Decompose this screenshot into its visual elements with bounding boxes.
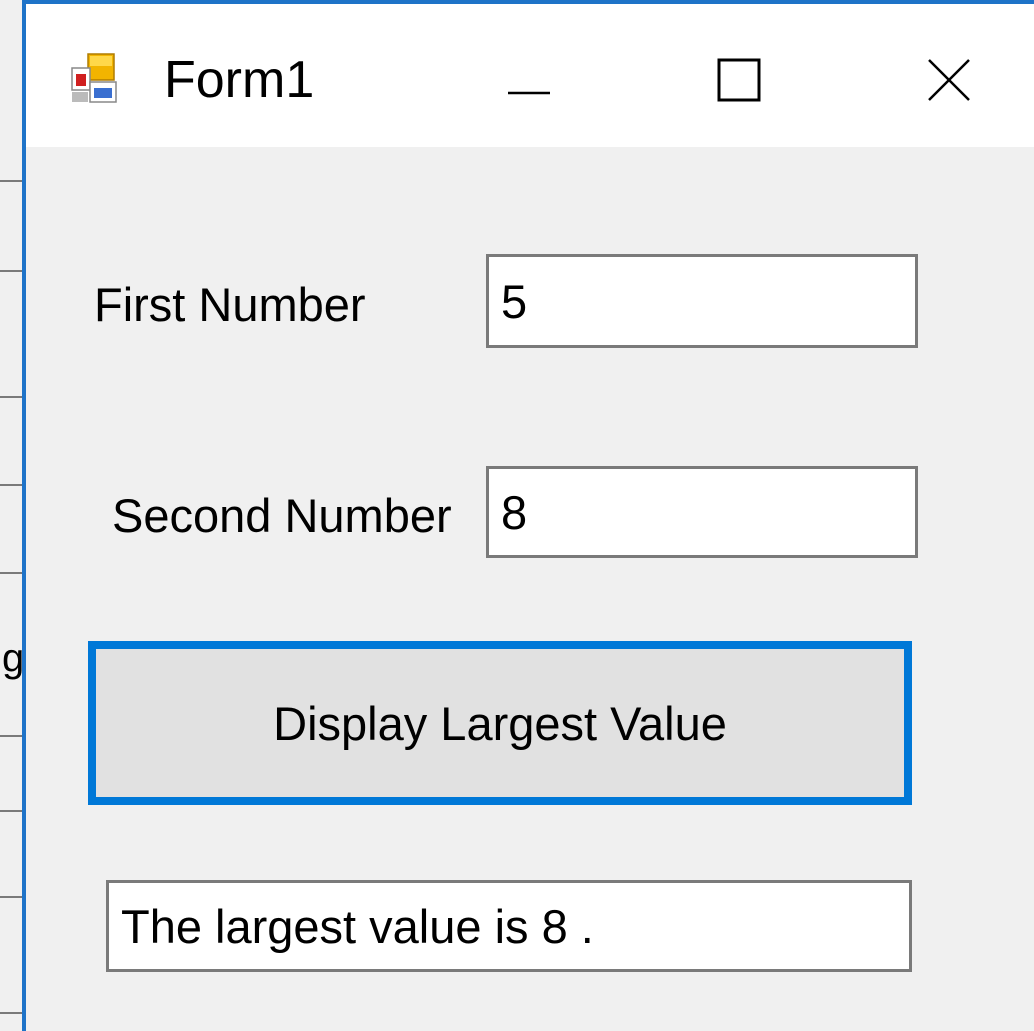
divider	[0, 1012, 22, 1014]
divider	[0, 810, 22, 812]
first-number-input[interactable]	[486, 254, 918, 348]
minimize-icon	[508, 91, 550, 95]
window-title: Form1	[164, 51, 315, 109]
desktop: g Form1 First Number 5 Second Number 8 D…	[0, 0, 1034, 1031]
maximize-button[interactable]	[684, 34, 794, 126]
divider	[0, 572, 22, 574]
button-label: Display Largest Value	[273, 696, 727, 750]
second-number-input[interactable]	[486, 466, 918, 558]
second-number-label: Second Number	[112, 489, 452, 542]
close-button[interactable]	[894, 34, 1004, 126]
divider	[0, 270, 22, 272]
first-number-label: First Number	[94, 278, 366, 331]
result-output-field[interactable]	[106, 880, 912, 972]
app-icon	[70, 52, 118, 104]
title-bar[interactable]: Form1	[26, 4, 1034, 147]
divider	[0, 396, 22, 398]
divider	[0, 735, 22, 737]
form-window: Form1 First Number Second N	[22, 0, 1034, 1031]
background-window-edge: g	[0, 0, 25, 1031]
minimize-button[interactable]	[474, 34, 584, 126]
divider	[0, 180, 22, 182]
close-icon	[928, 59, 970, 101]
maximize-icon	[717, 58, 761, 102]
form-client-area: First Number Second Number Display Large…	[26, 147, 1034, 1031]
divider	[0, 896, 22, 898]
background-text-fragment: g	[2, 636, 25, 680]
display-largest-value-button[interactable]: Display Largest Value	[88, 641, 912, 805]
divider	[0, 484, 22, 486]
